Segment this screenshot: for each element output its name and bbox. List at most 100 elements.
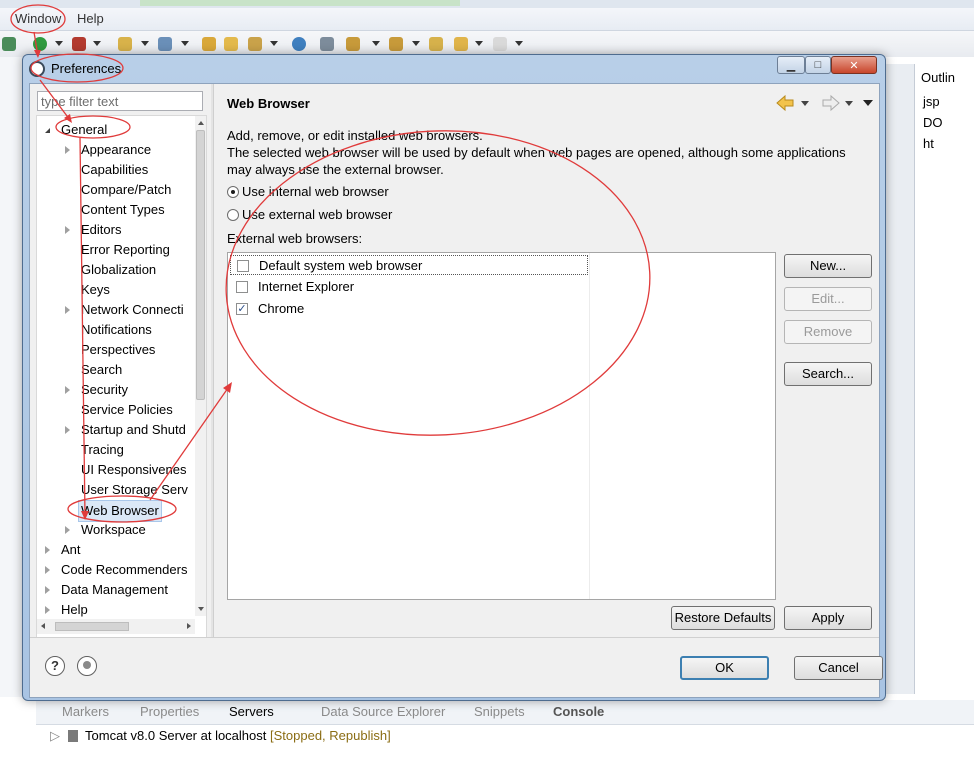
debug-icon[interactable]: [72, 37, 86, 51]
menu-window[interactable]: Window: [15, 11, 61, 26]
outline-row[interactable]: jsp: [923, 94, 940, 109]
radio-internal-browser[interactable]: Use internal web browser: [227, 184, 389, 199]
open-folder-icon[interactable]: [202, 37, 216, 51]
tab-data-source-explorer[interactable]: Data Source Explorer: [321, 704, 445, 719]
chevron-down-icon[interactable]: [475, 41, 483, 46]
chevron-down-icon[interactable]: [181, 41, 189, 46]
chevron-right-icon[interactable]: [65, 306, 70, 314]
server-status: [Stopped, Republish]: [270, 728, 391, 743]
tree-item-label: Search: [81, 362, 123, 377]
browser-list: Default system web browser Internet Expl…: [227, 252, 776, 600]
tab-snippets[interactable]: Snippets: [474, 704, 525, 719]
view-menu-icon[interactable]: [863, 100, 873, 106]
server-row[interactable]: ▷ Tomcat v8.0 Server at localhost [Stopp…: [50, 728, 391, 744]
tree-item-label: Data Management: [61, 582, 168, 597]
scroll-left-icon[interactable]: [41, 623, 45, 629]
scroll-thumb[interactable]: [196, 130, 205, 400]
tab-markers[interactable]: Markers: [62, 704, 109, 719]
radio-indicator[interactable]: [227, 186, 239, 198]
chevron-down-icon[interactable]: [93, 41, 101, 46]
browser-checkbox[interactable]: [236, 281, 248, 293]
brush-icon[interactable]: [248, 37, 262, 51]
tree-item-label: Service Policies: [81, 402, 173, 417]
chevron-down-icon[interactable]: [55, 41, 63, 46]
outline-view-title[interactable]: Outlin: [921, 70, 955, 85]
chevron-right-icon[interactable]: [45, 566, 50, 574]
chevron-down-icon[interactable]: [270, 41, 278, 46]
tree-vertical-scrollbar[interactable]: [195, 116, 206, 616]
filter-input[interactable]: [37, 91, 203, 111]
annotation-icon[interactable]: [389, 37, 403, 51]
forward-arrow-icon[interactable]: [493, 37, 507, 51]
tool-icon[interactable]: [320, 37, 334, 51]
toolbar-tool-icon[interactable]: [2, 37, 16, 51]
chevron-right-icon[interactable]: [65, 146, 70, 154]
chevron-right-icon[interactable]: [65, 386, 70, 394]
radio-indicator[interactable]: [227, 209, 239, 221]
restore-defaults-button[interactable]: Restore Defaults: [671, 606, 775, 630]
browser-name: Internet Explorer: [258, 279, 355, 294]
back-arrow-icon[interactable]: [776, 94, 794, 112]
browser-row[interactable]: Default system web browser: [230, 255, 588, 275]
chevron-right-icon[interactable]: [45, 586, 50, 594]
scroll-thumb[interactable]: [55, 622, 129, 631]
back-arrow-icon[interactable]: [454, 37, 468, 51]
chevron-right-icon[interactable]: [65, 526, 70, 534]
browser-row[interactable]: Internet Explorer: [230, 277, 588, 297]
chevron-down-icon[interactable]: [372, 41, 380, 46]
tree-item-label: User Storage Serv: [81, 482, 188, 497]
browser-row[interactable]: ✓ Chrome: [230, 299, 588, 319]
outline-row[interactable]: ht: [923, 136, 934, 151]
chevron-right-icon[interactable]: [65, 226, 70, 234]
close-button[interactable]: ✕: [831, 56, 877, 74]
new-icon[interactable]: [118, 37, 132, 51]
maximize-button[interactable]: □: [805, 56, 831, 74]
tab-console[interactable]: Console: [553, 704, 604, 719]
tab-properties[interactable]: Properties: [140, 704, 199, 719]
outline-row[interactable]: DO: [923, 115, 943, 130]
globe-icon[interactable]: [292, 37, 306, 51]
browser-checkbox[interactable]: ✓: [236, 303, 248, 315]
forward-arrow-icon[interactable]: [822, 94, 840, 112]
chevron-right-icon[interactable]: [45, 606, 50, 614]
scroll-down-icon[interactable]: [198, 607, 204, 611]
radio-external-browser[interactable]: Use external web browser: [227, 207, 392, 222]
tab-servers[interactable]: Servers: [229, 704, 274, 719]
ide-menu-bar: Window Help: [0, 8, 974, 31]
tree-item-label: Capabilities: [81, 162, 149, 177]
chevron-right-icon[interactable]: [65, 426, 70, 434]
panel-sash[interactable]: [211, 84, 214, 637]
scroll-right-icon[interactable]: [187, 623, 191, 629]
folder-icon[interactable]: [224, 37, 238, 51]
scroll-up-icon[interactable]: [198, 121, 204, 125]
new-class-icon[interactable]: [158, 37, 172, 51]
new-browser-button[interactable]: New...: [784, 254, 872, 278]
ide-left-pane: [0, 57, 22, 697]
chevron-down-icon[interactable]: [515, 41, 523, 46]
chevron-right-icon[interactable]: ▷: [50, 728, 60, 743]
dialog-title: Preferences: [51, 61, 122, 76]
menu-help[interactable]: Help: [77, 11, 104, 26]
chevron-down-icon[interactable]: [141, 41, 149, 46]
remove-browser-button[interactable]: Remove: [784, 320, 872, 344]
chevron-down-icon[interactable]: [412, 41, 420, 46]
run-icon[interactable]: [33, 37, 47, 51]
chevron-down-icon[interactable]: [845, 101, 853, 106]
back-icon[interactable]: [429, 37, 443, 51]
import-export-icon[interactable]: [77, 656, 97, 676]
chevron-down-icon[interactable]: [45, 128, 50, 133]
apply-button[interactable]: Apply: [784, 606, 872, 630]
minimize-button[interactable]: ▁: [777, 56, 805, 74]
cancel-button[interactable]: Cancel: [794, 656, 883, 680]
browser-checkbox[interactable]: [237, 260, 249, 272]
ok-button[interactable]: OK: [680, 656, 769, 680]
edit-browser-button[interactable]: Edit...: [784, 287, 872, 311]
search-browser-button[interactable]: Search...: [784, 362, 872, 386]
tree-item-label: Code Recommenders: [61, 562, 188, 577]
tree-item-label: Workspace: [81, 522, 146, 537]
chevron-right-icon[interactable]: [45, 546, 50, 554]
pin-icon[interactable]: [346, 37, 360, 51]
help-icon[interactable]: ?: [45, 656, 65, 676]
chevron-down-icon[interactable]: [801, 101, 809, 106]
tree-horizontal-scrollbar[interactable]: [37, 619, 195, 634]
